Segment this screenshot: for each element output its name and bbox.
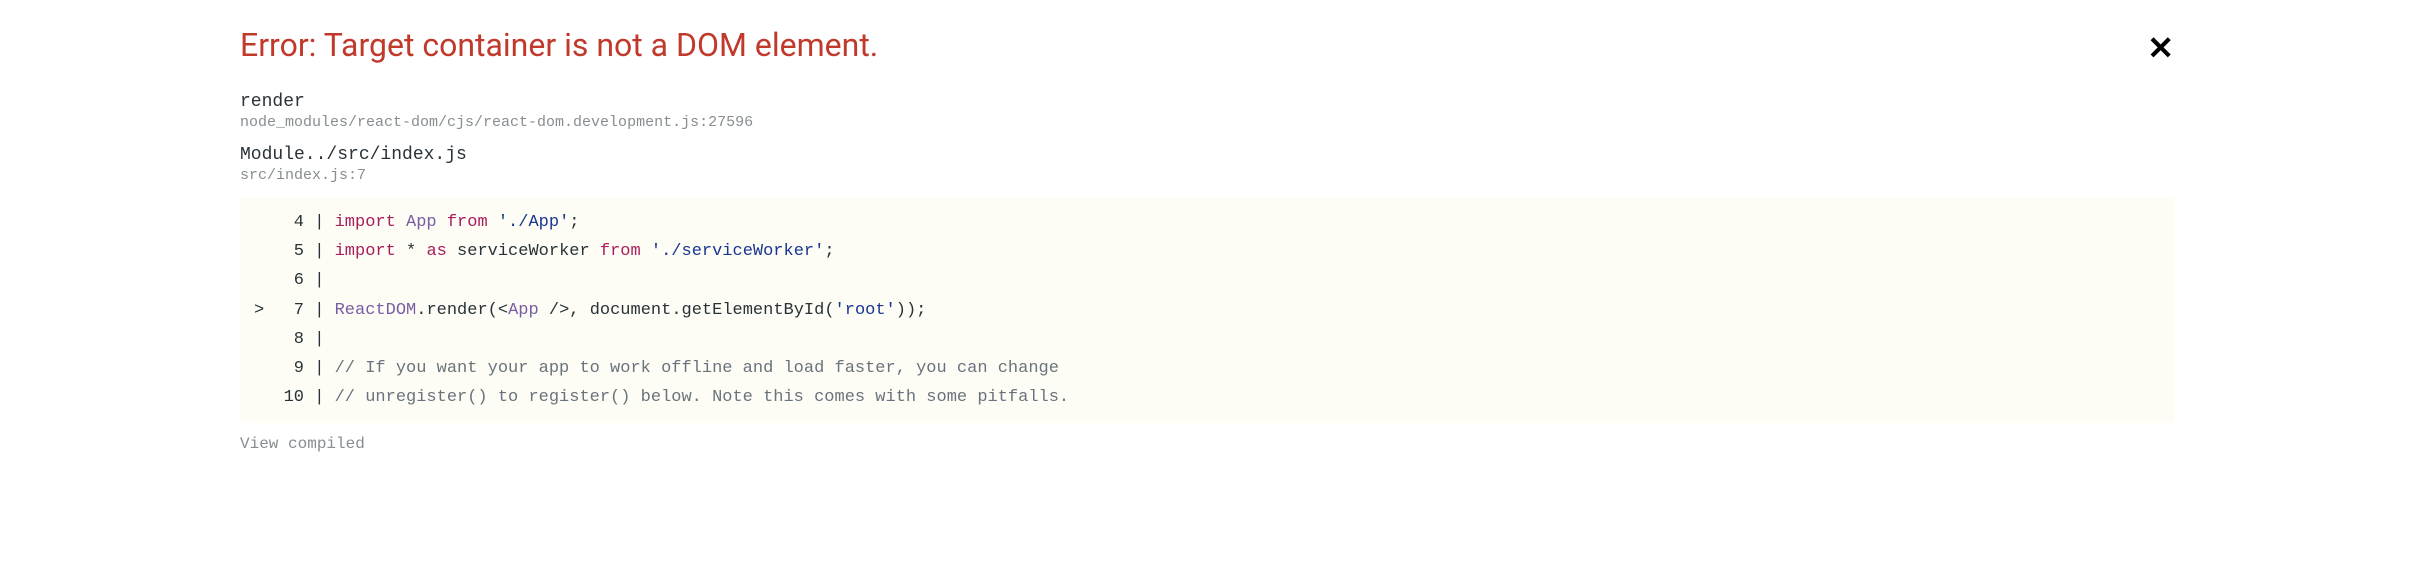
code-snippet: 4 | import App from './App'; 5 | import … — [240, 198, 2174, 423]
frame-function-name: render — [240, 92, 2174, 112]
code-line: 10 | // unregister() to register() below… — [254, 383, 2160, 412]
view-compiled-link[interactable]: View compiled — [240, 435, 365, 453]
frame-function-name: Module../src/index.js — [240, 145, 2174, 165]
stack-frame: render node_modules/react-dom/cjs/react-… — [240, 92, 2174, 131]
stack-frame: Module../src/index.js src/index.js:7 — [240, 145, 2174, 184]
error-overlay: ✕ Error: Target container is not a DOM e… — [40, 26, 2374, 453]
close-button[interactable]: ✕ — [2147, 32, 2174, 64]
frame-source-path: src/index.js:7 — [240, 167, 2174, 184]
code-line: 8 | — [254, 325, 2160, 354]
code-line: 5 | import * as serviceWorker from './se… — [254, 237, 2160, 266]
code-line-highlighted: >7 | ReactDOM.render(<App />, document.g… — [254, 296, 2160, 325]
code-line: 9 | // If you want your app to work offl… — [254, 354, 2160, 383]
error-title: Error: Target container is not a DOM ele… — [240, 26, 2174, 64]
code-line: 6 | — [254, 266, 2160, 295]
frame-source-path: node_modules/react-dom/cjs/react-dom.dev… — [240, 114, 2174, 131]
code-line: 4 | import App from './App'; — [254, 208, 2160, 237]
